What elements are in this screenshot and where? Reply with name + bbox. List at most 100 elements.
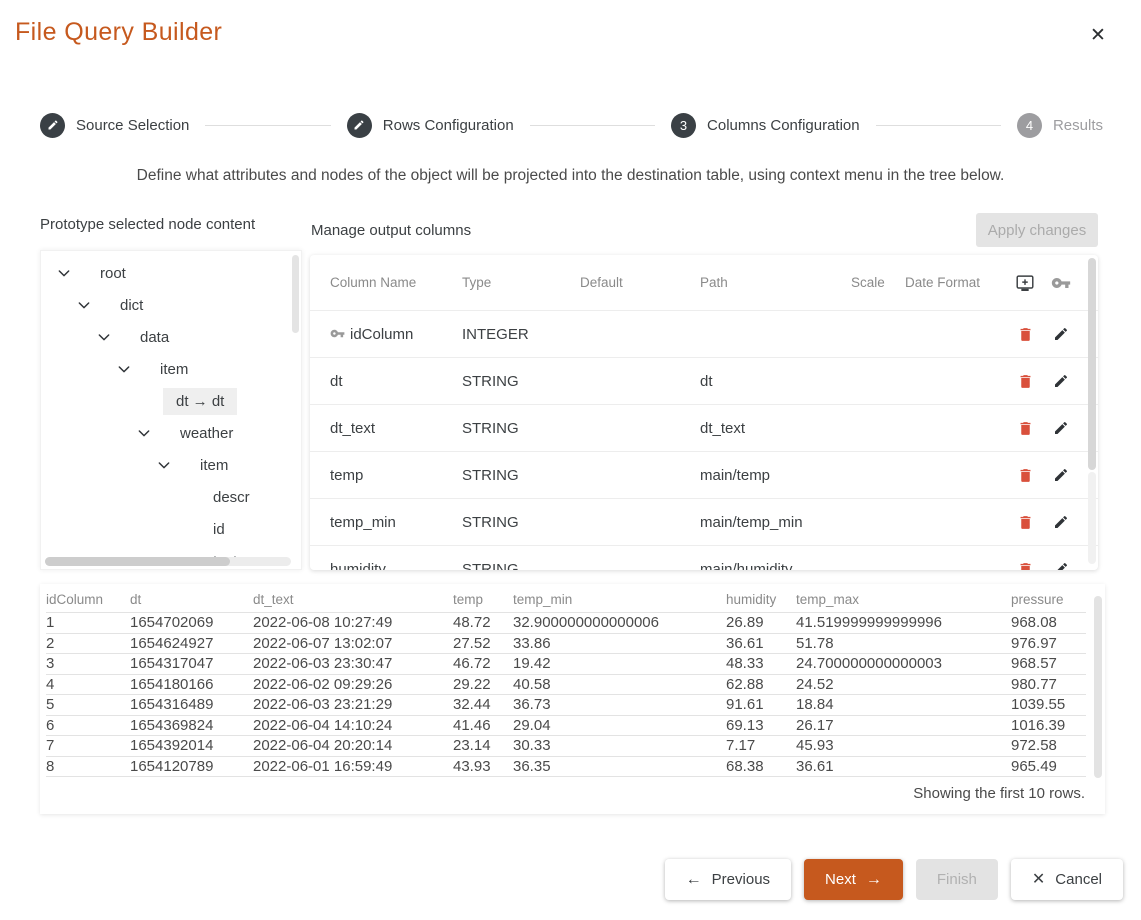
stepper-connector <box>876 125 1001 126</box>
cell: 2022-06-04 20:20:14 <box>253 736 453 757</box>
next-button[interactable]: Next → <box>804 859 903 900</box>
tree-panel-label: Prototype selected node content <box>40 216 255 233</box>
cell: 1654624927 <box>130 633 253 654</box>
column-name: temp_min <box>330 514 396 531</box>
tree-node-descr[interactable]: descr <box>41 481 301 513</box>
cell: 48.33 <box>726 654 796 675</box>
step-results[interactable]: 4 Results <box>1017 113 1103 138</box>
output-column-row: temp STRING main/temp <box>310 451 1098 498</box>
cell: 29.04 <box>513 715 726 736</box>
tree-horizontal-scrollbar[interactable] <box>45 557 291 566</box>
delete-column-button[interactable] <box>1005 467 1045 484</box>
preview-header: dt_text <box>253 592 453 613</box>
columns-vertical-scrollbar[interactable] <box>1088 258 1096 564</box>
column-path: main/temp <box>700 467 851 484</box>
tree-node-root[interactable]: root <box>41 257 301 289</box>
delete-column-button[interactable] <box>1005 514 1045 531</box>
scrollbar-track <box>1088 472 1096 564</box>
column-type: INTEGER <box>462 326 580 343</box>
cell: 976.97 <box>1011 633 1086 654</box>
preview-header: pressure <box>1011 592 1086 613</box>
cell: 32.900000000000006 <box>513 613 726 634</box>
previous-button[interactable]: ← Previous <box>665 859 791 900</box>
edit-column-button[interactable] <box>1045 326 1076 342</box>
add-column-icon[interactable] <box>1005 272 1045 294</box>
cell: 3 <box>46 654 130 675</box>
step-source-selection[interactable]: Source Selection <box>40 113 189 138</box>
cell: 972.58 <box>1011 736 1086 757</box>
cell: 1654120789 <box>130 756 253 777</box>
cell: 2022-06-04 14:10:24 <box>253 715 453 736</box>
cell: 968.57 <box>1011 654 1086 675</box>
tree-node-item[interactable]: item <box>41 353 301 385</box>
tree-vertical-scrollbar[interactable] <box>292 255 299 333</box>
edit-column-button[interactable] <box>1045 420 1076 436</box>
preview-header: humidity <box>726 592 796 613</box>
cell: 968.08 <box>1011 613 1086 634</box>
column-type: STRING <box>462 561 580 571</box>
preview-header-row: idColumn dt dt_text temp temp_min humidi… <box>46 592 1086 613</box>
preview-header: temp <box>453 592 513 613</box>
delete-column-button[interactable] <box>1005 326 1045 343</box>
step-number-badge: 3 <box>671 113 696 138</box>
edit-column-button[interactable] <box>1045 467 1076 483</box>
edit-column-button[interactable] <box>1045 561 1076 570</box>
cell: 2022-06-07 13:02:07 <box>253 633 453 654</box>
scrollbar-thumb[interactable] <box>1088 258 1096 470</box>
tree-node-weather[interactable]: weather <box>41 417 301 449</box>
cell: 1654317047 <box>130 654 253 675</box>
cell: 68.38 <box>726 756 796 777</box>
data-preview-panel: idColumn dt dt_text temp temp_min humidi… <box>40 584 1105 814</box>
cell: 965.49 <box>1011 756 1086 777</box>
cell: 32.44 <box>453 695 513 716</box>
close-icon[interactable]: ✕ <box>1090 26 1106 45</box>
cell: 36.61 <box>796 756 1011 777</box>
step-label: Rows Configuration <box>383 117 514 134</box>
preview-row: 1 1654702069 2022-06-08 10:27:49 48.72 3… <box>46 613 1086 634</box>
delete-column-button[interactable] <box>1005 420 1045 437</box>
tree-node-dict[interactable]: dict <box>41 289 301 321</box>
tree-node-id[interactable]: id <box>41 513 301 545</box>
edit-column-button[interactable] <box>1045 373 1076 389</box>
step-rows-configuration[interactable]: Rows Configuration <box>347 113 514 138</box>
header-column-name: Column Name <box>330 275 462 290</box>
delete-column-button[interactable] <box>1005 373 1045 390</box>
step-columns-configuration[interactable]: 3 Columns Configuration <box>671 113 860 138</box>
cell: 5 <box>46 695 130 716</box>
header-date-format: Date Format <box>905 275 1005 290</box>
cancel-button[interactable]: ✕ Cancel <box>1011 859 1123 900</box>
preview-row: 2 1654624927 2022-06-07 13:02:07 27.52 3… <box>46 633 1086 654</box>
key-icon[interactable] <box>1045 273 1076 293</box>
cell: 1654392014 <box>130 736 253 757</box>
cell: 980.77 <box>1011 674 1086 695</box>
step-label: Source Selection <box>76 117 189 134</box>
cell: 7 <box>46 736 130 757</box>
preview-header: dt <box>130 592 253 613</box>
row-count-note: Showing the first 10 rows. <box>46 777 1097 802</box>
cell: 1654180166 <box>130 674 253 695</box>
step-number-badge: 4 <box>1017 113 1042 138</box>
column-type: STRING <box>462 420 580 437</box>
scrollbar-thumb[interactable] <box>45 557 230 566</box>
column-type: STRING <box>462 514 580 531</box>
tree-node-dt-mapped[interactable]: dt → dt <box>41 385 301 417</box>
cell: 1654702069 <box>130 613 253 634</box>
arrow-right-icon: → <box>866 872 882 888</box>
column-name: dt_text <box>330 420 375 437</box>
cell: 40.58 <box>513 674 726 695</box>
tree-node-item[interactable]: item <box>41 449 301 481</box>
step-label: Columns Configuration <box>707 117 860 134</box>
edit-column-button[interactable] <box>1045 514 1076 530</box>
wizard-stepper: Source Selection Rows Configuration 3 Co… <box>40 110 1103 140</box>
column-type: STRING <box>462 467 580 484</box>
tree-node-data[interactable]: data <box>41 321 301 353</box>
preview-vertical-scrollbar[interactable] <box>1094 596 1102 778</box>
cell: 8 <box>46 756 130 777</box>
delete-column-button[interactable] <box>1005 561 1045 571</box>
cell: 19.42 <box>513 654 726 675</box>
cell: 26.17 <box>796 715 1011 736</box>
header-type: Type <box>462 275 580 290</box>
column-path: main/temp_min <box>700 514 851 531</box>
page-title: File Query Builder <box>15 18 222 47</box>
cell: 2022-06-08 10:27:49 <box>253 613 453 634</box>
